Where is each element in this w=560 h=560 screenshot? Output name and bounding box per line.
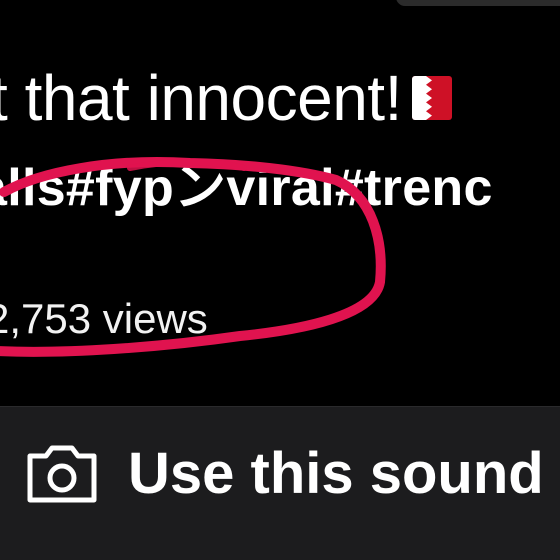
caption-text: t that innocent!: [0, 62, 402, 134]
top-bar-remnant: [396, 0, 560, 6]
bahrain-flag-icon: [411, 76, 452, 120]
video-caption: t that innocent!: [0, 60, 560, 140]
view-count: 2,753 views: [0, 295, 208, 342]
use-this-sound-label: Use this sound: [128, 441, 544, 506]
hashtags-line[interactable]: alls#fypンviral#trenc: [0, 156, 560, 226]
video-caption-screen: { "caption": { "text": "t that innocent!…: [0, 0, 560, 560]
camera-icon: [27, 445, 97, 503]
sound-bar-divider: [0, 406, 560, 407]
use-this-sound-bar[interactable]: Use this sound: [0, 406, 560, 560]
